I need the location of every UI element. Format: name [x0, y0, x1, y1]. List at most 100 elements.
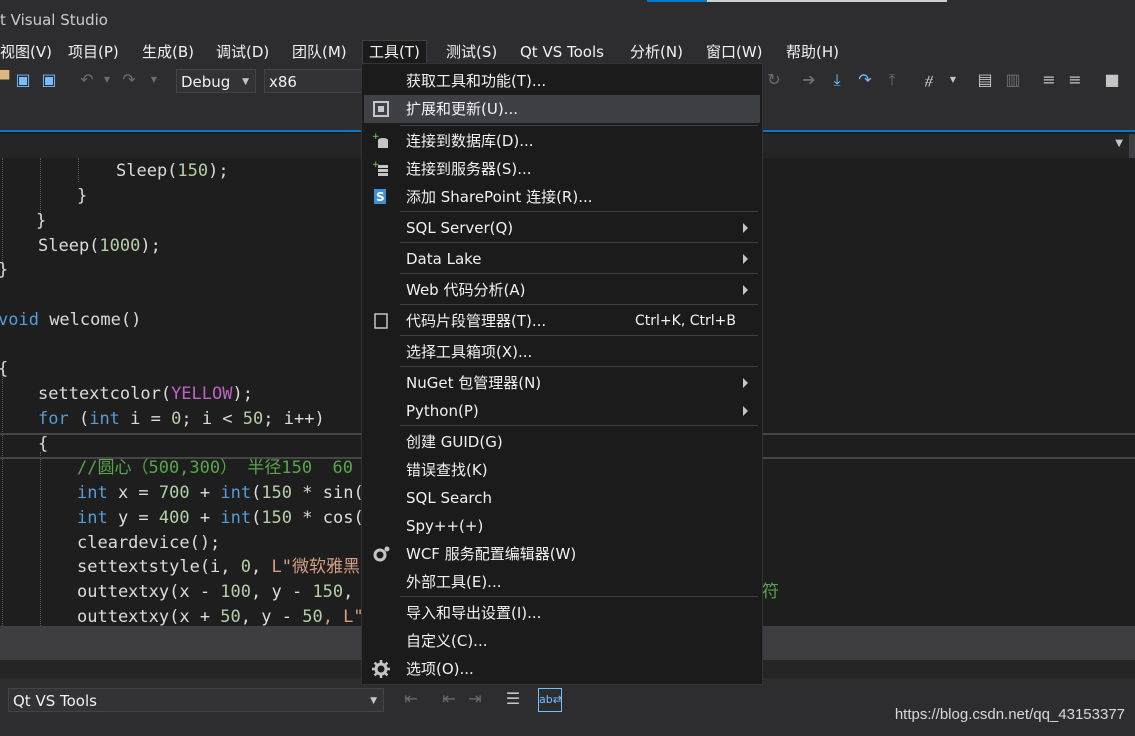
menu-item-spy[interactable]: Spy++(+) — [364, 512, 760, 540]
watermark: https://blog.csdn.net/qq_43153377 — [894, 706, 1125, 723]
bookmark-icon[interactable]: ■ — [1103, 71, 1121, 89]
qt-tools-combo[interactable]: Qt VS Tools ▼ — [8, 688, 384, 712]
save-all-icon[interactable]: ▣ — [40, 71, 58, 89]
chevron-down-icon: ▼ — [242, 77, 249, 87]
code-line: //圆心（500,300） 半径150 60 — [77, 458, 353, 478]
menu-qt-vs-tools[interactable]: Qt VS Tools — [520, 41, 604, 63]
title-bar: t Visual Studio — [0, 0, 1135, 42]
menu-debug[interactable]: 调试(D) — [216, 41, 269, 63]
wcf-config-icon — [372, 545, 390, 563]
redo-dropdown-icon[interactable]: ▼ — [145, 71, 163, 89]
uncomment-icon[interactable]: ≡ — [1066, 71, 1084, 89]
menu-tools[interactable]: 工具(T) — [362, 40, 427, 63]
code-line: { — [0, 357, 8, 381]
menu-item-nuget[interactable]: NuGet 包管理器(N) — [364, 369, 760, 397]
code-line: int x = 700 + int(150 * sin(P — [77, 483, 374, 503]
menu-bar: 视图(V) 项目(P) 生成(B) 调试(D) 团队(M) 工具(T) 测试(S… — [0, 38, 1135, 64]
outdent-icon[interactable]: ⇤ — [440, 690, 458, 708]
menu-item-import-export[interactable]: 导入和导出设置(I)... — [364, 599, 760, 627]
menu-item-sql-search[interactable]: SQL Search — [364, 484, 760, 512]
menu-analyze[interactable]: 分析(N) — [630, 41, 683, 63]
window-title: t Visual Studio — [0, 11, 108, 29]
menu-item-choose-toolbox[interactable]: 选择工具箱项(X)... — [364, 338, 760, 366]
code-line: for (int i = 0; i < 50; i++) — [38, 409, 325, 429]
menu-test[interactable]: 测试(S) — [446, 41, 497, 63]
snippet-icon — [372, 312, 390, 330]
bookmark-toggle-icon[interactable]: ▥ — [1004, 71, 1022, 89]
svg-text:+: + — [372, 160, 380, 170]
menu-project[interactable]: 项目(P) — [68, 41, 119, 63]
menu-item-python[interactable]: Python(P) — [364, 397, 760, 425]
code-line: void welcome() — [0, 310, 142, 330]
step-into-icon[interactable]: ⤓ — [828, 71, 846, 89]
menu-item-snippet-manager[interactable]: 代码片段管理器(T)... Ctrl+K, Ctrl+B — [364, 307, 760, 335]
menu-item-error-lookup[interactable]: 错误查找(K) — [364, 456, 760, 484]
code-line: } — [0, 258, 8, 282]
redo-icon[interactable]: ↷ — [120, 71, 138, 89]
code-line: int y = 400 + int(150 * cos(P — [77, 508, 374, 528]
qt-tools-combo-value: Qt VS Tools — [13, 692, 97, 710]
menu-item-options[interactable]: 选项(O)... — [364, 655, 760, 683]
step-out-icon[interactable]: ⤒ — [883, 71, 901, 89]
platform-combo[interactable]: x86 — [264, 69, 364, 93]
menu-item-sharepoint[interactable]: S 添加 SharePoint 连接(R)... — [364, 183, 760, 211]
breakpoint-icon[interactable]: ▤ — [976, 71, 994, 89]
undo-icon[interactable]: ↶ — [78, 71, 96, 89]
code-line: { — [38, 434, 49, 454]
menu-help[interactable]: 帮助(H) — [786, 41, 839, 63]
menu-item-connect-server[interactable]: + 连接到服务器(S)... — [364, 155, 760, 183]
extensions-icon — [372, 100, 390, 118]
menu-item-extensions[interactable]: 扩展和更新(U)... — [364, 95, 760, 123]
code-line: Sleep(1000); — [38, 236, 161, 256]
code-line: cleardevice(); — [77, 533, 221, 553]
shortcut-label: Ctrl+K, Ctrl+B — [635, 313, 736, 329]
hex-dropdown-icon[interactable]: ▼ — [944, 71, 962, 89]
menu-item-get-tools[interactable]: 获取工具和功能(T)... — [364, 67, 760, 95]
code-line: settextstyle(i, 0, L"微软雅黑 — [77, 557, 360, 577]
submenu-arrow-icon — [743, 406, 748, 416]
code-line: } — [77, 186, 88, 206]
go-to-line-icon[interactable]: ⇤ — [402, 690, 420, 708]
platform-value: x86 — [269, 73, 297, 91]
svg-text:S: S — [376, 190, 385, 204]
menu-item-wcf-config[interactable]: WCF 服务配置编辑器(W) — [364, 540, 760, 568]
menu-team[interactable]: 团队(M) — [292, 41, 347, 63]
save-icon[interactable]: ▣ — [14, 71, 32, 89]
search-bar-edge[interactable] — [647, 0, 947, 2]
menu-item-data-lake[interactable]: Data Lake — [364, 245, 760, 273]
code-comment-fragment: 符 — [762, 582, 779, 602]
code-line: outtextxy(x - 100, y - 150, L — [77, 582, 374, 602]
svg-text:+: + — [372, 132, 380, 142]
step-over-icon[interactable]: ↷ — [856, 71, 874, 89]
hex-display-icon[interactable]: ⧣ — [920, 71, 938, 89]
submenu-arrow-icon — [743, 254, 748, 264]
comment-icon[interactable]: ≡ — [1040, 71, 1058, 89]
chevron-down-icon[interactable]: ▼ — [1115, 138, 1123, 149]
show-next-statement-icon[interactable]: ➔ — [800, 71, 818, 89]
solution-config-combo[interactable]: Debug ▼ — [176, 69, 256, 93]
sharepoint-icon: S — [372, 188, 390, 206]
server-connect-icon: + — [372, 160, 390, 178]
submenu-arrow-icon — [743, 223, 748, 233]
menu-window[interactable]: 窗口(W) — [706, 41, 763, 63]
menu-item-sql-server[interactable]: SQL Server(Q) — [364, 214, 760, 242]
menu-item-customize[interactable]: 自定义(C)... — [364, 627, 760, 655]
gear-icon — [372, 660, 390, 678]
submenu-arrow-icon — [743, 285, 748, 295]
chevron-down-icon: ▼ — [370, 696, 377, 706]
open-folder-icon[interactable]: ▀ — [0, 71, 12, 89]
menu-item-create-guid[interactable]: 创建 GUID(G) — [364, 428, 760, 456]
solution-config-value: Debug — [181, 73, 231, 91]
menu-item-web-code-analysis[interactable]: Web 代码分析(A) — [364, 276, 760, 304]
word-wrap-icon[interactable]: ab⇄ — [538, 688, 562, 712]
undo-dropdown-icon[interactable]: ▼ — [98, 71, 116, 89]
restart-icon[interactable]: ↻ — [765, 71, 783, 89]
code-line: settextcolor(YELLOW); — [38, 384, 253, 404]
code-line: } — [36, 211, 47, 231]
menu-view[interactable]: 视图(V) — [0, 41, 52, 63]
indent-icon[interactable]: ⇥ — [466, 690, 484, 708]
menu-item-external-tools[interactable]: 外部工具(E)... — [364, 568, 760, 596]
clear-list-icon[interactable]: ☰ — [504, 690, 522, 708]
menu-item-connect-database[interactable]: + 连接到数据库(D)... — [364, 127, 760, 155]
menu-build[interactable]: 生成(B) — [142, 41, 194, 63]
